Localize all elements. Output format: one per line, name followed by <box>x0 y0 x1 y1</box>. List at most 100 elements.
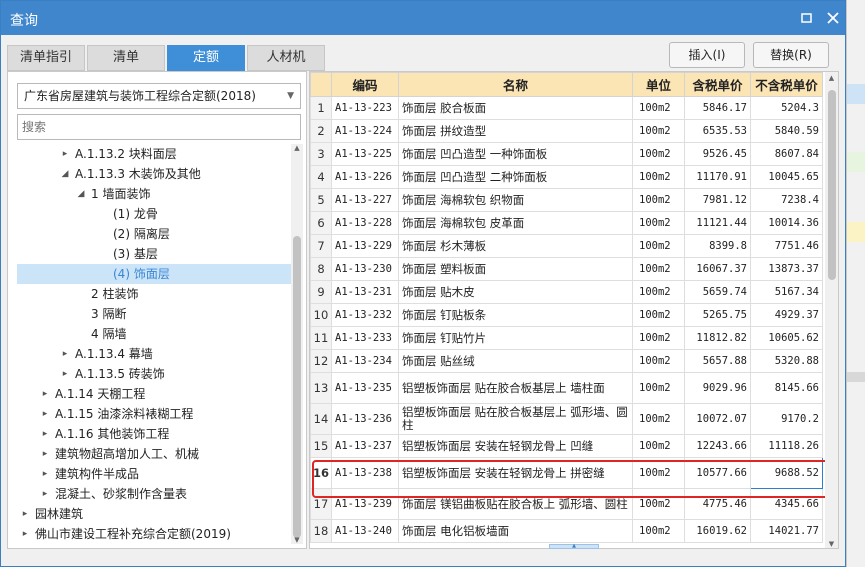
row-number[interactable]: 2 <box>310 119 332 143</box>
row-number[interactable]: 9 <box>310 280 332 304</box>
tax-exclusive-price[interactable]: 4929.37 <box>750 303 823 327</box>
tree-node[interactable]: ◢ 1 墙面装饰 <box>17 184 291 204</box>
tax-inclusive-price[interactable]: 5657.88 <box>684 349 751 373</box>
tree-node[interactable]: ▸ A.1.16 其他装饰工程 <box>17 424 291 444</box>
table-row[interactable]: 7 A1-13-229 饰面层 杉木薄板 100m2 8399.8 7751.46 <box>310 234 823 258</box>
quota-unit[interactable]: 100m2 <box>632 457 685 489</box>
expand-arrow-icon[interactable]: ▸ <box>59 144 71 164</box>
quota-code[interactable]: A1-13-239 <box>331 488 399 520</box>
quota-name[interactable]: 饰面层 塑料板面 <box>398 257 633 281</box>
quota-code[interactable]: A1-13-231 <box>331 280 399 304</box>
tab-list-guide[interactable]: 清单指引 <box>7 45 85 71</box>
close-icon[interactable] <box>826 11 840 25</box>
quota-name[interactable]: 饰面层 拼纹造型 <box>398 119 633 143</box>
tax-inclusive-price[interactable]: 11812.82 <box>684 326 751 350</box>
row-number[interactable]: 4 <box>310 165 332 189</box>
tax-exclusive-price[interactable]: 5204.3 <box>750 96 823 120</box>
tax-inclusive-price[interactable]: 8399.8 <box>684 234 751 258</box>
table-row[interactable]: 10 A1-13-232 饰面层 钉贴板条 100m2 5265.75 4929.37 <box>310 303 823 327</box>
tax-exclusive-price[interactable]: 8607.84 <box>750 142 823 166</box>
expand-arrow-icon[interactable]: ▸ <box>39 404 51 424</box>
tax-inclusive-price[interactable]: 5265.75 <box>684 303 751 327</box>
replace-button[interactable]: 替换(R) <box>753 42 829 68</box>
quota-unit[interactable]: 100m2 <box>632 372 685 404</box>
tax-inclusive-price[interactable]: 11170.91 <box>684 165 751 189</box>
tax-exclusive-price[interactable]: 7238.4 <box>750 188 823 212</box>
maximize-icon[interactable] <box>800 11 814 25</box>
row-number[interactable]: 13 <box>310 372 332 404</box>
tree-node[interactable]: 4 隔墙 <box>17 324 291 344</box>
search-input[interactable] <box>17 114 301 140</box>
tax-exclusive-price[interactable]: 9688.52 <box>750 457 823 489</box>
tax-inclusive-price[interactable]: 12243.66 <box>684 434 751 458</box>
table-row[interactable]: 18 A1-13-240 饰面层 电化铝板墙面 100m2 16019.62 14021.… <box>310 519 823 543</box>
quota-name[interactable]: 饰面层 凹凸造型 二种饰面板 <box>398 165 633 189</box>
tax-inclusive-price[interactable]: 10072.07 <box>684 403 751 435</box>
table-scroll-thumb[interactable] <box>828 90 836 280</box>
row-number[interactable]: 15 <box>310 434 332 458</box>
table-row[interactable]: 8 A1-13-230 饰面层 塑料板面 100m2 16067.37 13873.37 <box>310 257 823 281</box>
quota-name[interactable]: 饰面层 钉贴竹片 <box>398 326 633 350</box>
tree-node[interactable]: (3) 基层 <box>17 244 291 264</box>
quota-code[interactable]: A1-13-230 <box>331 257 399 281</box>
expand-arrow-icon[interactable]: ▸ <box>39 444 51 464</box>
norm-selector[interactable]: 广东省房屋建筑与装饰工程综合定额(2018) ▼ <box>17 83 301 109</box>
quota-name[interactable]: 铝塑板饰面层 安装在轻钢龙骨上 凹缝 <box>398 434 633 458</box>
quota-unit[interactable]: 100m2 <box>632 403 685 435</box>
scroll-down-icon[interactable]: ▼ <box>291 536 303 544</box>
table-row[interactable]: 6 A1-13-228 饰面层 海棉软包 皮革面 100m2 11121.44 10014… <box>310 211 823 235</box>
tax-inclusive-price[interactable]: 9526.45 <box>684 142 751 166</box>
quota-name[interactable]: 饰面层 海棉软包 织物面 <box>398 188 633 212</box>
table-row[interactable]: 12 A1-13-234 饰面层 贴丝绒 100m2 5657.88 5320.88 <box>310 349 823 373</box>
tax-exclusive-price[interactable]: 5840.59 <box>750 119 823 143</box>
quota-name[interactable]: 饰面层 贴丝绒 <box>398 349 633 373</box>
quota-unit[interactable]: 100m2 <box>632 257 685 281</box>
header-tax-price[interactable]: 含税单价 <box>684 72 751 97</box>
quota-code[interactable]: A1-13-224 <box>331 119 399 143</box>
quota-name[interactable]: 铝塑板饰面层 贴在胶合板基层上 墙柱面 <box>398 372 633 404</box>
tree-node[interactable]: ▸ A.1.14 天棚工程 <box>17 384 291 404</box>
table-row[interactable]: 15 A1-13-237 铝塑板饰面层 安装在轻钢龙骨上 凹缝 100m2 12243.… <box>310 434 823 458</box>
tax-exclusive-price[interactable]: 5167.34 <box>750 280 823 304</box>
table-row[interactable]: 2 A1-13-224 饰面层 拼纹造型 100m2 6535.53 5840.59 <box>310 119 823 143</box>
tree-node[interactable]: ▸ 园林建筑 <box>17 504 291 524</box>
tax-exclusive-price[interactable]: 8145.66 <box>750 372 823 404</box>
quota-name[interactable]: 铝塑板饰面层 安装在轻钢龙骨上 拼密缝 <box>398 457 633 489</box>
tax-inclusive-price[interactable]: 6535.53 <box>684 119 751 143</box>
expand-arrow-icon[interactable]: ▸ <box>19 504 31 524</box>
tax-exclusive-price[interactable]: 7751.46 <box>750 234 823 258</box>
row-number[interactable]: 7 <box>310 234 332 258</box>
quota-unit[interactable]: 100m2 <box>632 349 685 373</box>
row-number[interactable]: 3 <box>310 142 332 166</box>
table-row[interactable]: 17 A1-13-239 饰面层 镁铝曲板贴在胶合板上 弧形墙、圆柱 100m2 477… <box>310 488 823 520</box>
tree-node[interactable]: ▸ 佛山市建设工程补充综合定额(2019) <box>17 524 291 544</box>
table-row[interactable]: 9 A1-13-231 饰面层 贴木皮 100m2 5659.74 5167.34 <box>310 280 823 304</box>
quota-name[interactable]: 饰面层 镁铝曲板贴在胶合板上 弧形墙、圆柱 <box>398 488 633 520</box>
tree-node[interactable]: 3 隔断 <box>17 304 291 324</box>
row-number[interactable]: 12 <box>310 349 332 373</box>
tax-exclusive-price[interactable]: 10014.36 <box>750 211 823 235</box>
row-number[interactable]: 18 <box>310 519 332 543</box>
collapse-arrow-icon[interactable]: ◢ <box>75 184 87 204</box>
tax-exclusive-price[interactable]: 5320.88 <box>750 349 823 373</box>
quota-code[interactable]: A1-13-226 <box>331 165 399 189</box>
tax-inclusive-price[interactable]: 16067.37 <box>684 257 751 281</box>
tree-node[interactable]: ▸ A.1.13.2 块料面层 <box>17 144 291 164</box>
table-row[interactable]: 11 A1-13-233 饰面层 钉贴竹片 100m2 11812.82 10605.62 <box>310 326 823 350</box>
insert-button[interactable]: 插入(I) <box>669 42 745 68</box>
header-code[interactable]: 编码 <box>331 72 399 97</box>
header-name[interactable]: 名称 <box>398 72 633 97</box>
quota-code[interactable]: A1-13-229 <box>331 234 399 258</box>
quota-code[interactable]: A1-13-235 <box>331 372 399 404</box>
tree-node[interactable]: ▸ 建筑物超高增加人工、机械 <box>17 444 291 464</box>
quota-unit[interactable]: 100m2 <box>632 211 685 235</box>
table-row[interactable]: 4 A1-13-226 饰面层 凹凸造型 二种饰面板 100m2 11170.91 100… <box>310 165 823 189</box>
quota-name[interactable]: 饰面层 杉木薄板 <box>398 234 633 258</box>
table-row[interactable]: 13 A1-13-235 铝塑板饰面层 贴在胶合板基层上 墙柱面 100m2 9029.… <box>310 372 823 404</box>
tax-inclusive-price[interactable]: 10577.66 <box>684 457 751 489</box>
quota-name[interactable]: 饰面层 海棉软包 皮革面 <box>398 211 633 235</box>
row-number[interactable]: 16 <box>310 457 332 489</box>
expand-arrow-icon[interactable]: ▸ <box>39 424 51 444</box>
tree-node[interactable]: ▸ A.1.15 油漆涂料裱糊工程 <box>17 404 291 424</box>
quota-code[interactable]: A1-13-225 <box>331 142 399 166</box>
